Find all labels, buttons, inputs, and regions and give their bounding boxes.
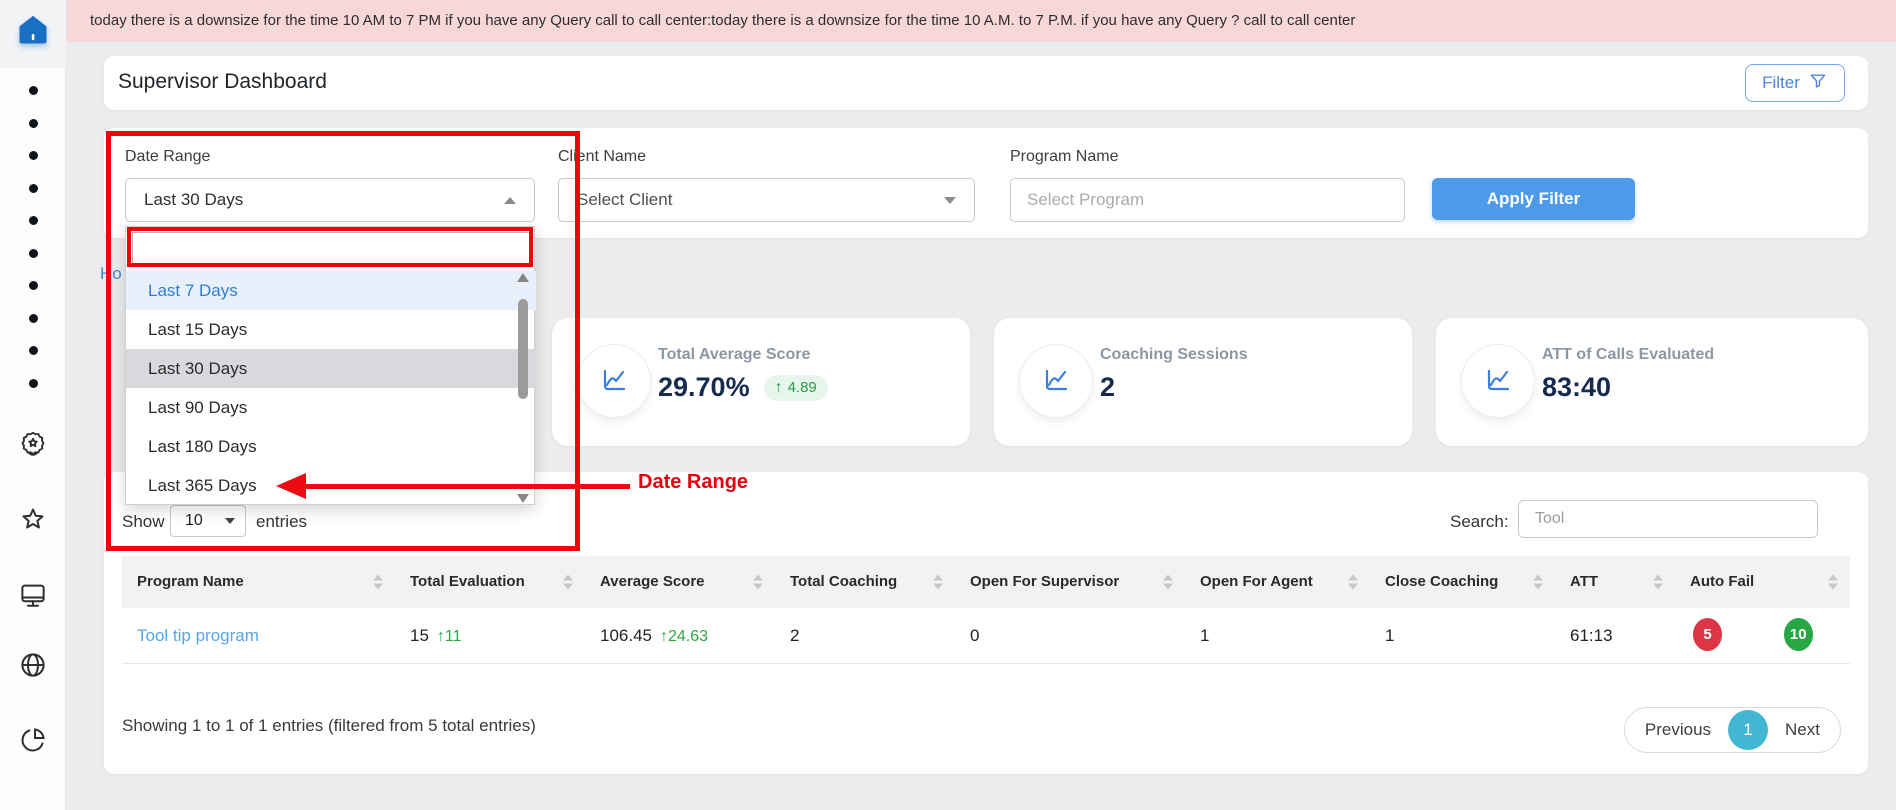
column-header-average-score[interactable]: Average Score bbox=[585, 556, 775, 608]
program-name-label: Program Name bbox=[1010, 148, 1118, 166]
cell-close-coaching: 1 bbox=[1370, 608, 1555, 663]
program-name-input[interactable] bbox=[1010, 178, 1405, 222]
home-icon[interactable] bbox=[15, 12, 51, 53]
auto-pass-badge[interactable]: 10 bbox=[1784, 618, 1813, 651]
funnel-icon bbox=[1808, 71, 1828, 96]
sort-icon[interactable] bbox=[1163, 575, 1173, 590]
sidebar-logo-area bbox=[0, 0, 66, 68]
globe-icon[interactable] bbox=[0, 650, 66, 680]
up-arrow-icon: ↑ bbox=[437, 628, 445, 645]
stat-value: 83:40 bbox=[1542, 372, 1611, 403]
sidebar-dot[interactable] bbox=[29, 249, 38, 258]
sidebar-dot[interactable] bbox=[29, 379, 38, 388]
sidebar-dot[interactable] bbox=[29, 151, 38, 160]
cell-total-evaluation: 15↑11 bbox=[395, 608, 585, 663]
page-title: Supervisor Dashboard bbox=[118, 70, 327, 94]
line-chart-icon bbox=[578, 345, 650, 417]
table-footer-summary: Showing 1 to 1 of 1 entries (filtered fr… bbox=[122, 716, 536, 736]
cell-att: 61:13 bbox=[1555, 608, 1675, 663]
stat-value: 29.70% bbox=[658, 372, 750, 403]
sort-icon[interactable] bbox=[1653, 575, 1663, 590]
stat-title: Coaching Sessions bbox=[1100, 346, 1248, 364]
stat-card-coaching-sessions: Coaching Sessions 2 bbox=[994, 318, 1412, 446]
next-page-button[interactable]: Next bbox=[1785, 720, 1820, 740]
stat-delta-badge: ↑ 4.89 bbox=[764, 375, 828, 401]
line-chart-icon bbox=[1462, 345, 1534, 417]
pie-chart-icon[interactable] bbox=[0, 725, 66, 755]
table-search-input[interactable] bbox=[1518, 500, 1818, 538]
filter-button-label: Filter bbox=[1762, 73, 1800, 93]
sidebar-dot[interactable] bbox=[29, 184, 38, 193]
column-header-program-name[interactable]: Program Name bbox=[122, 556, 395, 608]
cell-total-coaching: 2 bbox=[775, 608, 955, 663]
annotation-arrow-line bbox=[304, 484, 630, 489]
up-arrow-icon: ↑ bbox=[660, 628, 668, 645]
sort-icon[interactable] bbox=[563, 575, 573, 590]
up-arrow-icon: ↑ bbox=[775, 379, 783, 397]
column-header-close-coaching[interactable]: Close Coaching bbox=[1370, 556, 1555, 608]
sort-icon[interactable] bbox=[753, 575, 763, 590]
cell-average-score: 106.45↑24.63 bbox=[585, 608, 775, 663]
line-chart-icon bbox=[1020, 345, 1092, 417]
star-icon[interactable] bbox=[0, 505, 66, 535]
column-header-auto-fail[interactable]: Auto Fail bbox=[1675, 556, 1850, 608]
pagination: Previous 1 Next bbox=[1624, 707, 1841, 753]
apply-filter-button[interactable]: Apply Filter bbox=[1432, 178, 1635, 220]
sidebar-dot[interactable] bbox=[29, 314, 38, 323]
table-header-row: Program NameTotal EvaluationAverage Scor… bbox=[122, 556, 1850, 608]
table-row: Tool tip program 15↑11 106.45↑24.63 2 0 … bbox=[122, 608, 1850, 664]
sort-icon[interactable] bbox=[1348, 575, 1358, 590]
chevron-down-icon bbox=[944, 197, 956, 204]
column-header-total-evaluation[interactable]: Total Evaluation bbox=[395, 556, 585, 608]
stat-card-total-average-score: Total Average Score 29.70% ↑ 4.89 bbox=[552, 318, 970, 446]
sidebar-dot[interactable] bbox=[29, 86, 38, 95]
column-header-att[interactable]: ATT bbox=[1555, 556, 1675, 608]
previous-page-button[interactable]: Previous bbox=[1645, 720, 1711, 740]
cell-auto-fail: 5 10 bbox=[1675, 608, 1850, 663]
notification-banner: today there is a downsize for the time 1… bbox=[66, 0, 1896, 42]
search-label: Search: bbox=[1450, 512, 1509, 532]
stat-card-att-of-calls: ATT of Calls Evaluated 83:40 bbox=[1436, 318, 1868, 446]
stat-title: ATT of Calls Evaluated bbox=[1542, 346, 1714, 364]
page-header: Supervisor Dashboard Filter bbox=[104, 56, 1868, 110]
sidebar bbox=[0, 0, 66, 810]
sidebar-dot[interactable] bbox=[29, 346, 38, 355]
column-header-total-coaching[interactable]: Total Coaching bbox=[775, 556, 955, 608]
annotation-rectangle-search bbox=[127, 227, 533, 267]
sort-icon[interactable] bbox=[1533, 575, 1543, 590]
user-badge-icon[interactable] bbox=[0, 429, 66, 459]
stat-title: Total Average Score bbox=[658, 346, 810, 364]
client-select[interactable]: Select Client bbox=[558, 178, 975, 222]
column-header-open-for-supervisor[interactable]: Open For Supervisor bbox=[955, 556, 1185, 608]
sidebar-dot[interactable] bbox=[29, 216, 38, 225]
sidebar-dot[interactable] bbox=[29, 119, 38, 128]
sort-icon[interactable] bbox=[373, 575, 383, 590]
auto-fail-badge[interactable]: 5 bbox=[1693, 618, 1722, 651]
cell-open-for-agent: 1 bbox=[1185, 608, 1370, 663]
sidebar-dot[interactable] bbox=[29, 281, 38, 290]
sidebar-dots bbox=[0, 86, 66, 411]
client-select-value: Select Client bbox=[577, 190, 672, 210]
annotation-label: Date Range bbox=[638, 471, 748, 494]
annotation-arrow-head bbox=[276, 473, 306, 499]
program-link[interactable]: Tool tip program bbox=[137, 626, 259, 645]
monitor-icon[interactable] bbox=[0, 580, 66, 610]
current-page-button[interactable]: 1 bbox=[1728, 710, 1768, 750]
sort-icon[interactable] bbox=[1828, 575, 1838, 590]
sort-icon[interactable] bbox=[933, 575, 943, 590]
stat-value: 2 bbox=[1100, 372, 1115, 403]
cell-open-for-supervisor: 0 bbox=[955, 608, 1185, 663]
filter-button[interactable]: Filter bbox=[1745, 64, 1845, 102]
column-header-open-for-agent[interactable]: Open For Agent bbox=[1185, 556, 1370, 608]
